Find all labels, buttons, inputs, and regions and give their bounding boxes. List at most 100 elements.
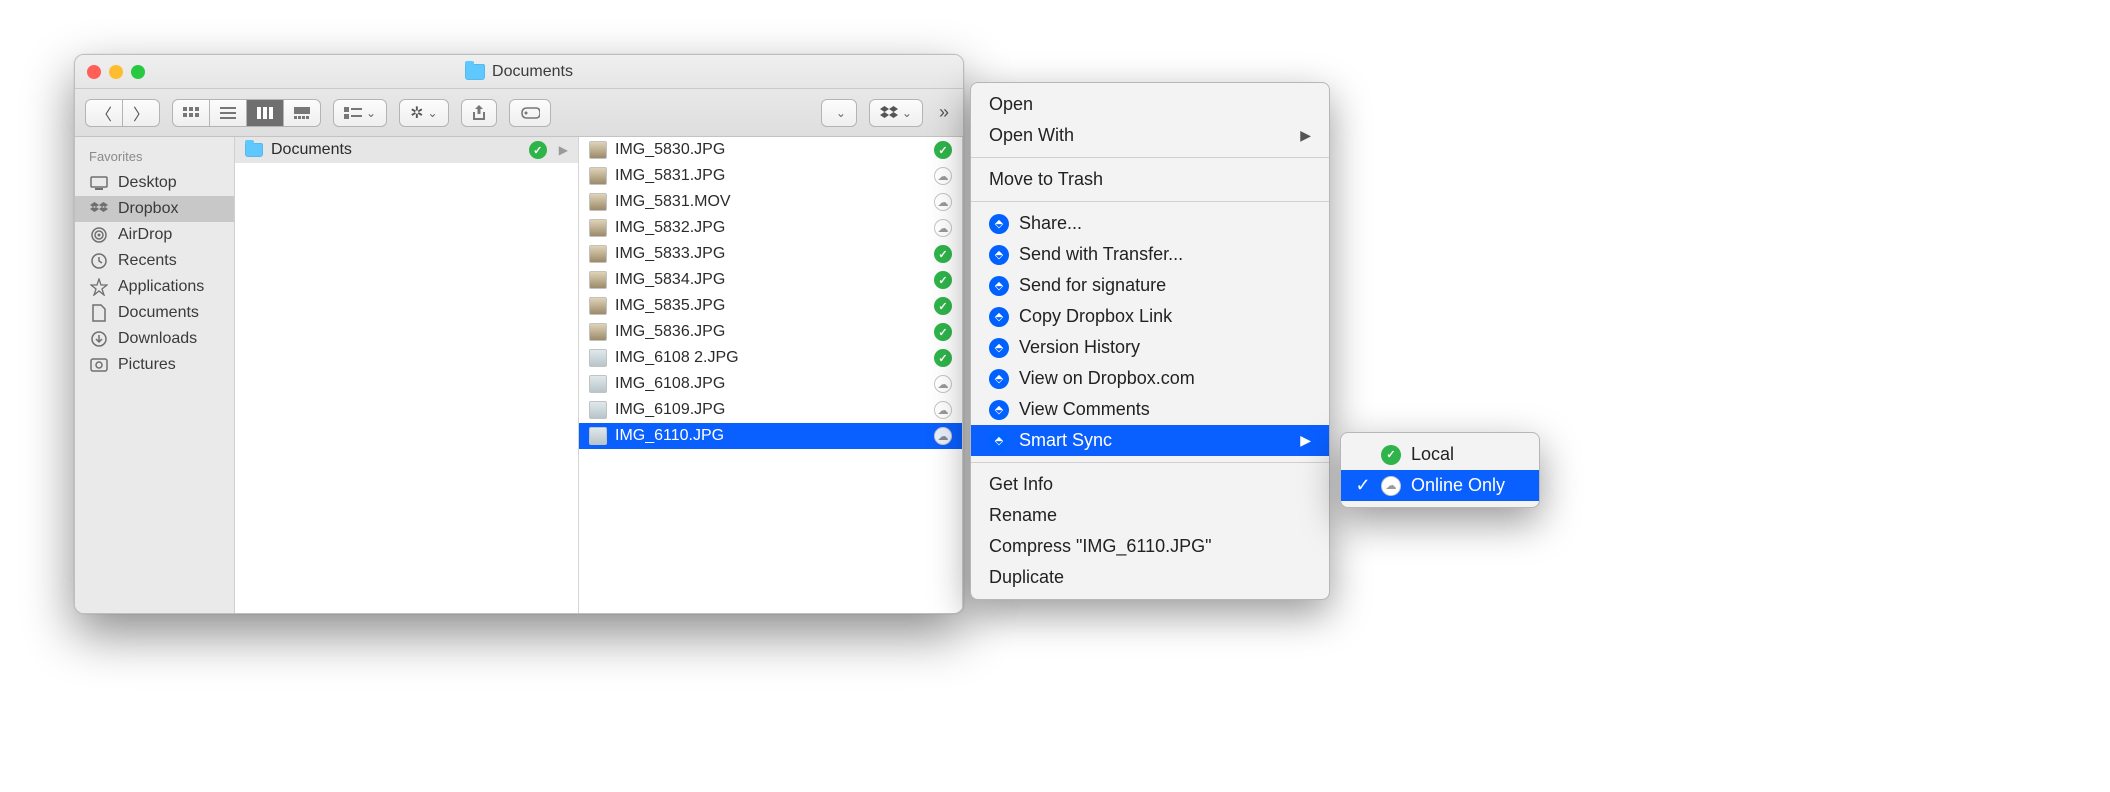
folder-icon — [245, 143, 263, 157]
column-1: Documents ✓ ▶ — [235, 137, 579, 613]
dropbox-toolbar-button[interactable]: ⌄ — [869, 99, 923, 127]
menu-send-transfer[interactable]: ⬘Send with Transfer... — [971, 239, 1329, 270]
sidebar-item-recents[interactable]: Recents — [75, 248, 234, 274]
file-thumbnail-icon — [589, 193, 607, 211]
sidebar-item-label: Downloads — [118, 330, 197, 348]
file-name: IMG_6110.JPG — [615, 427, 926, 445]
file-row[interactable]: IMG_5830.JPG ✓ — [579, 137, 962, 163]
file-name: IMG_5830.JPG — [615, 141, 926, 159]
dropbox-icon: ⬘ — [989, 369, 1009, 389]
menu-smart-sync[interactable]: ⬘Smart Sync▶ — [971, 425, 1329, 456]
dropbox-icon — [89, 202, 109, 216]
gallery-view-button[interactable] — [284, 99, 321, 127]
list-view-button[interactable] — [210, 99, 247, 127]
sidebar-item-applications[interactable]: Applications — [75, 274, 234, 300]
sidebar-item-label: AirDrop — [118, 226, 172, 244]
file-thumbnail-icon — [589, 219, 607, 237]
dropbox-icon: ⬘ — [989, 400, 1009, 420]
dropbox-icon: ⬘ — [989, 214, 1009, 234]
gear-icon: ✲ — [410, 103, 423, 123]
dropbox-icon: ⬘ — [989, 245, 1009, 265]
menu-open[interactable]: Open — [971, 89, 1329, 120]
file-row[interactable]: IMG_5833.JPG✓ — [579, 241, 962, 267]
dropbox-icon: ⬘ — [989, 307, 1009, 327]
file-row[interactable]: IMG_5834.JPG✓ — [579, 267, 962, 293]
downloads-icon — [89, 330, 109, 348]
sidebar-item-airdrop[interactable]: AirDrop — [75, 222, 234, 248]
back-button[interactable]: 〈 — [85, 99, 123, 127]
sidebar-item-dropbox[interactable]: Dropbox — [75, 196, 234, 222]
window-controls — [87, 65, 145, 79]
menu-divider — [971, 462, 1329, 463]
column-2: IMG_5830.JPG✓IMG_5831.JPG☁IMG_5831.MOV☁I… — [579, 137, 963, 613]
cloud-icon: ☁ — [1381, 476, 1401, 496]
sidebar-header: Favorites — [75, 145, 234, 170]
minimize-window-button[interactable] — [109, 65, 123, 79]
column-view-button[interactable] — [247, 99, 284, 127]
sidebar: Favorites Desktop Dropbox AirDrop RecentsAp… — [75, 137, 235, 613]
menu-move-to-trash[interactable]: Move to Trash — [971, 164, 1329, 195]
synced-icon: ✓ — [934, 271, 952, 289]
group-button[interactable]: ⌄ — [333, 99, 387, 127]
dropbox-icon: ⬘ — [989, 276, 1009, 296]
file-row[interactable]: IMG_6108 2.JPG ✓ — [579, 345, 962, 371]
tags-button[interactable] — [509, 99, 551, 127]
file-thumbnail-icon — [589, 323, 607, 341]
pictures-icon — [89, 358, 109, 372]
menu-open-with[interactable]: Open With▶ — [971, 120, 1329, 151]
file-name: IMG_6108 2.JPG — [615, 349, 926, 367]
file-name: IMG_5835.JPG — [615, 297, 926, 315]
submenu-online-only[interactable]: ✓ ☁ Online Only — [1341, 470, 1539, 501]
action-button[interactable]: ✲⌄ — [399, 99, 448, 127]
sidebar-item-desktop[interactable]: Desktop — [75, 170, 234, 196]
menu-duplicate[interactable]: Duplicate — [971, 562, 1329, 593]
sidebar-item-downloads[interactable]: Downloads — [75, 326, 234, 352]
cloud-icon: ☁ — [934, 193, 952, 211]
folder-row-documents[interactable]: Documents ✓ ▶ — [235, 137, 578, 163]
file-row[interactable]: IMG_6110.JPG ☁ — [579, 423, 962, 449]
file-row[interactable]: IMG_5831.MOV☁ — [579, 189, 962, 215]
synced-icon: ✓ — [1381, 445, 1401, 465]
chevron-right-icon: ▶ — [1300, 432, 1311, 449]
overflow-button[interactable]: » — [935, 102, 953, 123]
sidebar-item-pictures[interactable]: Pictures — [75, 352, 234, 378]
file-name: IMG_5832.JPG — [615, 219, 926, 237]
desktop-icon — [89, 176, 109, 190]
file-row[interactable]: IMG_5832.JPG☁ — [579, 215, 962, 241]
sidebar-item-label: Documents — [118, 304, 199, 322]
menu-rename[interactable]: Rename — [971, 500, 1329, 531]
file-row[interactable]: IMG_5835.JPG✓ — [579, 293, 962, 319]
file-row[interactable]: IMG_6109.JPG☁ — [579, 397, 962, 423]
zoom-window-button[interactable] — [131, 65, 145, 79]
share-button[interactable] — [461, 99, 497, 127]
sidebar-item-label: Pictures — [118, 356, 176, 374]
menu-view-comments[interactable]: ⬘View Comments — [971, 394, 1329, 425]
sync-status-icon: ✓ — [529, 141, 547, 159]
menu-copy-link[interactable]: ⬘Copy Dropbox Link — [971, 301, 1329, 332]
menu-get-info[interactable]: Get Info — [971, 469, 1329, 500]
menu-compress[interactable]: Compress "IMG_6110.JPG" — [971, 531, 1329, 562]
cloud-icon: ☁ — [934, 427, 952, 445]
file-row[interactable]: IMG_5836.JPG✓ — [579, 319, 962, 345]
close-window-button[interactable] — [87, 65, 101, 79]
dropdown-button[interactable]: ⌄ — [821, 99, 857, 127]
menu-share[interactable]: ⬘Share... — [971, 208, 1329, 239]
documents-icon — [89, 304, 109, 322]
applications-icon — [89, 278, 109, 296]
sidebar-item-label: Dropbox — [118, 200, 178, 218]
file-row[interactable]: IMG_5831.JPG☁ — [579, 163, 962, 189]
menu-view-web[interactable]: ⬘View on Dropbox.com — [971, 363, 1329, 394]
file-thumbnail-icon — [589, 297, 607, 315]
file-row[interactable]: IMG_6108.JPG☁ — [579, 371, 962, 397]
icon-view-button[interactable] — [172, 99, 210, 127]
forward-button[interactable]: 〉 — [123, 99, 160, 127]
chevron-right-icon: ▶ — [1300, 127, 1311, 144]
synced-icon: ✓ — [934, 141, 952, 159]
menu-send-signature[interactable]: ⬘Send for signature — [971, 270, 1329, 301]
menu-divider — [971, 157, 1329, 158]
synced-icon: ✓ — [934, 349, 952, 367]
menu-version-history[interactable]: ⬘Version History — [971, 332, 1329, 363]
sidebar-item-documents[interactable]: Documents — [75, 300, 234, 326]
file-thumbnail-icon — [589, 401, 607, 419]
submenu-local[interactable]: ✓ Local — [1341, 439, 1539, 470]
